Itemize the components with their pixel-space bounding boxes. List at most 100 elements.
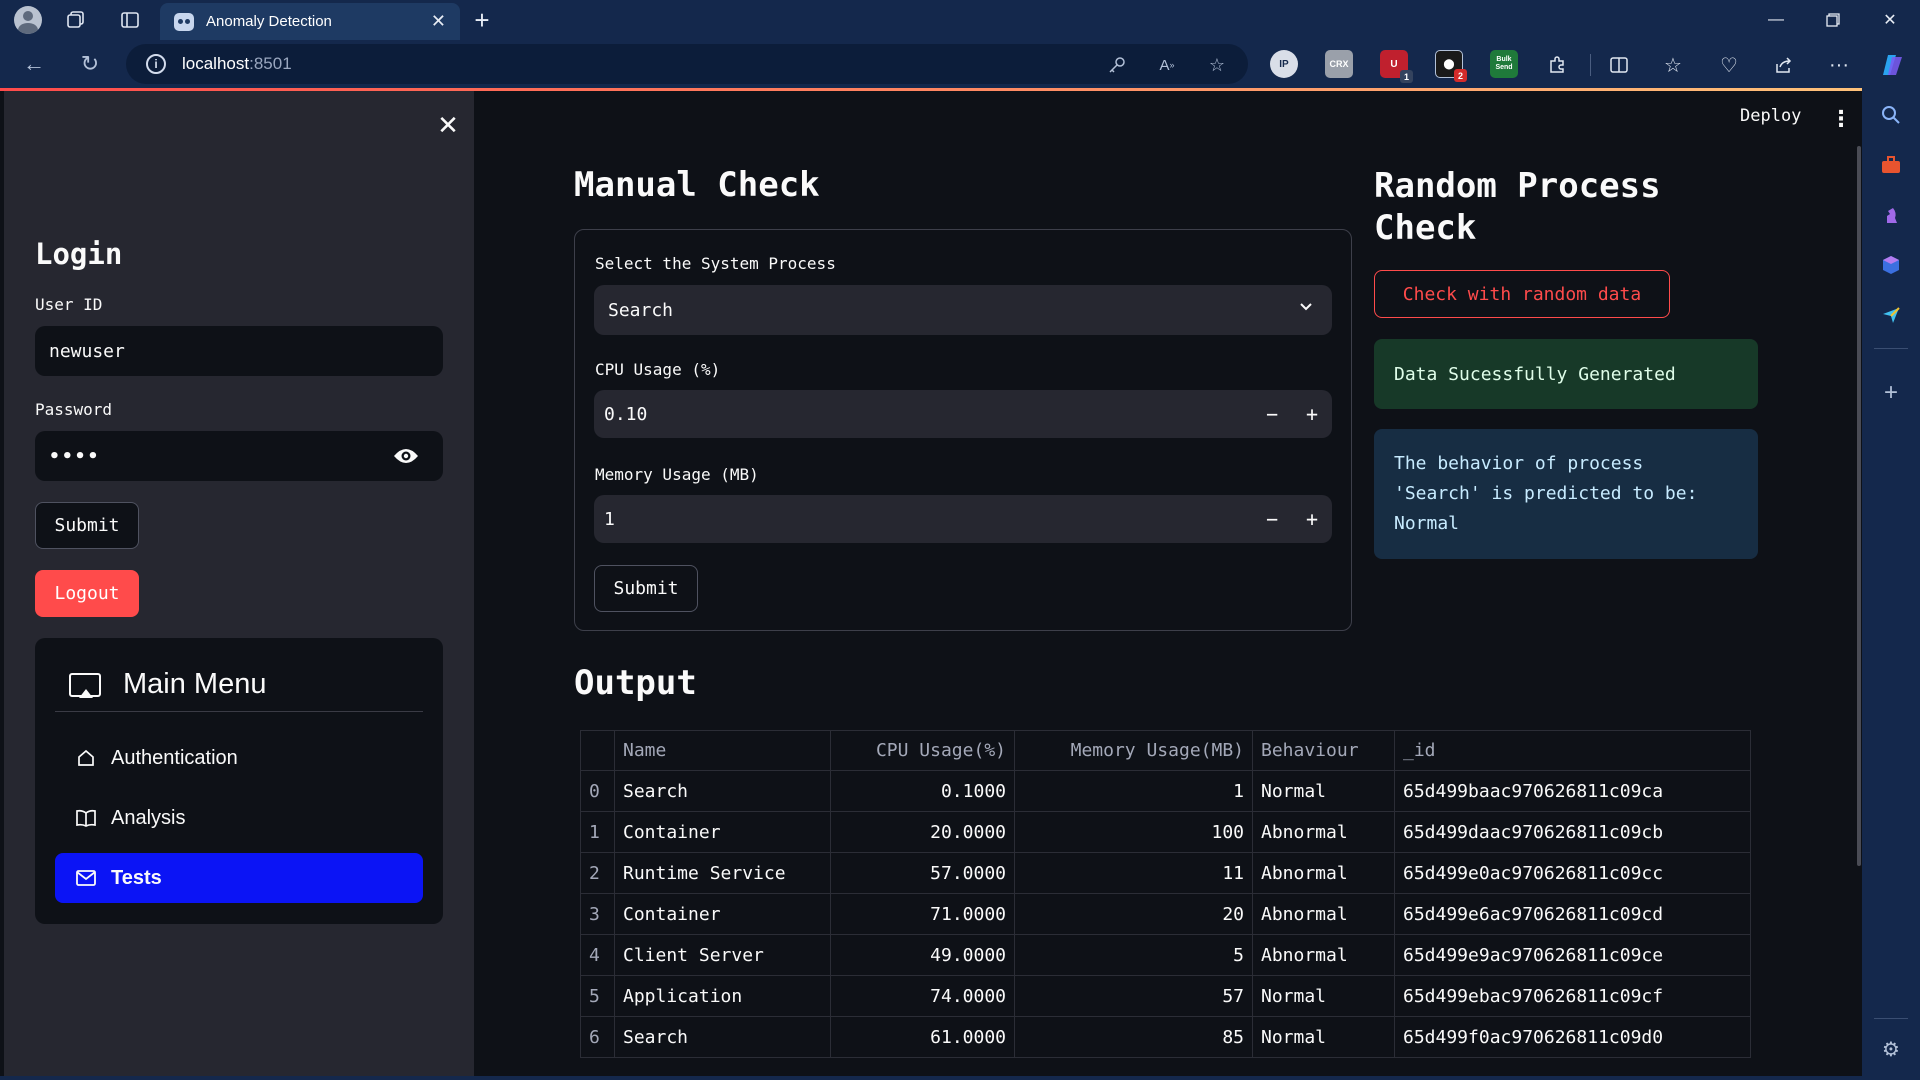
column-header-memory[interactable]: Memory Usage(MB) [1014,730,1253,771]
ip-extension-icon[interactable]: IP [1270,50,1298,78]
send-plane-icon[interactable] [1876,300,1906,330]
ublock-extension-icon[interactable]: U1 [1380,50,1413,83]
memory-usage-input[interactable]: 1 − + [594,495,1332,543]
menu-item-label: Analysis [111,806,186,829]
cell-memory-usage: 57 [1014,975,1253,1017]
column-header-name[interactable]: Name [614,730,831,771]
prediction-info-alert: The behavior of process 'Search' is pred… [1374,429,1758,559]
logout-button[interactable]: Logout [35,570,139,617]
microsoft-365-icon[interactable] [1876,250,1906,280]
prediction-result: Normal [1394,513,1460,534]
memory-usage-value: 1 [604,508,615,530]
column-header-id[interactable]: _id [1394,730,1751,771]
success-message: Data Sucessfully Generated [1394,363,1676,385]
row-index: 3 [580,893,615,935]
cell-id: 65d499e6ac970626811c09cd [1394,893,1751,935]
split-screen-icon[interactable] [1602,48,1636,82]
site-info-icon[interactable]: i [146,54,166,74]
process-select[interactable]: Search [594,285,1332,335]
extension-with-badge-icon[interactable]: ⬤ 2 [1435,50,1467,82]
new-tab-button[interactable]: + [466,4,498,36]
restore-icon[interactable] [1806,0,1860,40]
cell-id: 65d499ebac970626811c09cf [1394,975,1751,1017]
check-random-data-button[interactable]: Check with random data [1374,270,1670,318]
address-bar[interactable]: i localhost:8501 A» ☆ [126,44,1248,84]
column-header-behaviour[interactable]: Behaviour [1252,730,1395,771]
cell-cpu-usage: 57.0000 [830,852,1015,894]
login-heading: Login [35,237,123,271]
menu-item-analysis[interactable]: Analysis [55,793,423,843]
cell-id: 65d499e9ac970626811c09ce [1394,934,1751,976]
cell-cpu-usage: 20.0000 [830,811,1015,853]
table-row[interactable]: 5 Application 74.0000 57 Normal 65d499ebac970… [580,975,1751,1017]
book-icon [75,807,97,829]
minimize-icon[interactable]: — [1749,0,1803,40]
more-options-icon[interactable]: ··· [1822,48,1856,82]
key-icon[interactable] [1106,54,1128,76]
login-submit-button[interactable]: Submit [35,502,139,549]
browser-tab[interactable]: Anomaly Detection ✕ [160,3,460,40]
refresh-icon[interactable]: ↻ [72,46,108,82]
profile-avatar[interactable] [8,0,48,40]
badge-count: 2 [1454,69,1467,82]
table-row[interactable]: 3 Container 71.0000 20 Abnormal 65d499e6ac970… [580,893,1751,935]
share-icon[interactable] [1766,48,1800,82]
search-icon[interactable] [1876,100,1906,130]
favorite-star-icon[interactable]: ☆ [1206,54,1228,76]
browser-essentials-icon[interactable]: ♡ [1712,48,1746,82]
main-scrollbar[interactable] [1857,146,1861,866]
row-index: 0 [580,770,615,812]
table-row[interactable]: 2 Runtime Service 57.0000 11 Abnormal 65d499e… [580,852,1751,894]
read-aloud-icon[interactable]: A» [1156,54,1178,76]
tab-actions-icon[interactable] [110,0,150,40]
password-input[interactable]: •••• [35,431,443,481]
menu-item-authentication[interactable]: Authentication [55,733,423,783]
favorites-icon[interactable]: ☆ [1656,48,1690,82]
cpu-usage-input[interactable]: 0.10 − + [594,390,1332,438]
bulk-send-extension-icon[interactable]: Bulk Send [1490,50,1518,78]
row-index: 1 [580,811,615,853]
toolbar-divider [1590,54,1591,76]
crx-extension-icon[interactable]: CRX [1325,50,1353,78]
cell-name: Client Server [614,934,831,976]
cpu-decrement-button[interactable]: − [1252,390,1292,438]
user-id-input[interactable]: newuser [35,326,443,376]
add-icon[interactable]: + [1876,378,1906,408]
cell-name: Application [614,975,831,1017]
table-row[interactable]: 4 Client Server 49.0000 5 Abnormal 65d499e9ac… [580,934,1751,976]
manual-submit-button[interactable]: Submit [594,565,698,612]
table-row[interactable]: 1 Container 20.0000 100 Abnormal 65d499daac97… [580,811,1751,853]
memory-decrement-button[interactable]: − [1252,495,1292,543]
back-arrow-icon[interactable]: ← [16,46,52,82]
menu-item-tests[interactable]: Tests [55,853,423,903]
table-row[interactable]: 6 Search 61.0000 85 Normal 65d499f0ac97062681… [580,1016,1751,1058]
output-heading: Output [574,663,697,703]
close-tab-icon[interactable]: ✕ [431,11,446,32]
gear-icon[interactable]: ⚙ [1876,1034,1906,1064]
memory-increment-button[interactable]: + [1292,495,1332,543]
column-header-cpu[interactable]: CPU Usage(%) [830,730,1015,771]
cell-behaviour: Normal [1252,770,1395,812]
output-table[interactable]: Name CPU Usage(%) Memory Usage(MB) Behav… [580,730,1751,1058]
streamlit-favicon-icon [174,12,194,31]
cell-id: 65d499baac970626811c09ca [1394,770,1751,812]
row-index: 5 [580,975,615,1017]
games-chess-icon[interactable] [1876,200,1906,230]
sidebar-divider [1874,1018,1908,1019]
show-password-eye-icon[interactable] [393,444,419,468]
cell-cpu-usage: 71.0000 [830,893,1015,935]
window-close-icon[interactable]: ✕ [1863,0,1917,40]
extensions-puzzle-icon[interactable] [1540,48,1574,82]
copilot-icon[interactable] [1876,48,1910,82]
cpu-increment-button[interactable]: + [1292,390,1332,438]
user-id-label: User ID [35,295,103,314]
prediction-line: The behavior of process [1394,453,1644,474]
password-value: •••• [49,445,101,467]
table-row[interactable]: 0 Search 0.1000 1 Normal 65d499baac970626811c… [580,770,1751,812]
close-sidebar-icon[interactable]: ✕ [428,105,468,145]
workspaces-icon[interactable] [56,0,96,40]
main-menu-kebab-icon[interactable]: ⋮ [1830,106,1852,132]
deploy-button[interactable]: Deploy [1740,106,1801,126]
tools-briefcase-icon[interactable] [1876,150,1906,180]
cell-name: Container [614,811,831,853]
